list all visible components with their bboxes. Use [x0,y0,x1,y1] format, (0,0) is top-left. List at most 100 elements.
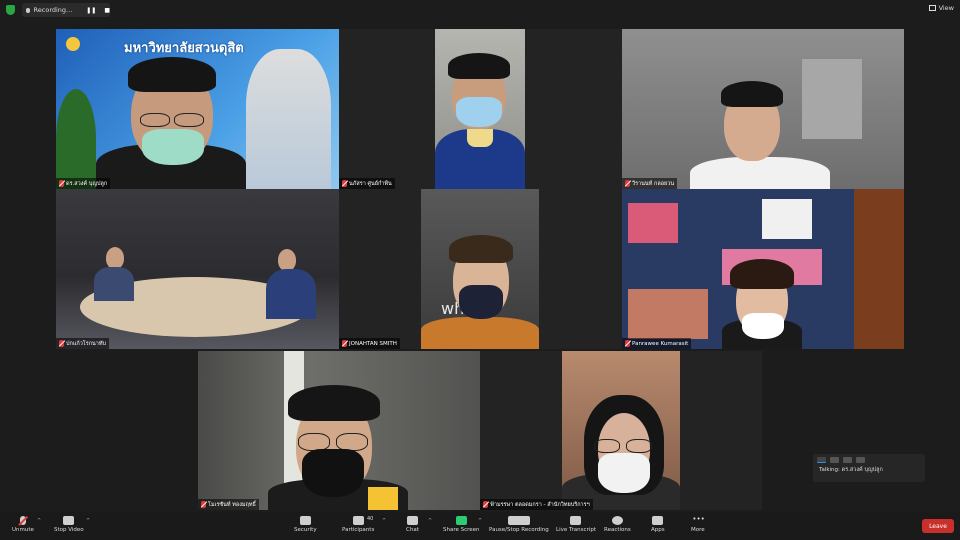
person-hair [288,385,380,421]
glasses-left [594,439,620,453]
share-screen-icon [455,516,467,525]
security-shield-icon[interactable] [6,5,15,15]
unmute-label: Unmute [12,527,34,533]
pause-icon[interactable]: ❚❚ [86,7,96,14]
stop-video-button[interactable]: Stop Video [54,516,84,533]
video-tile[interactable]: ปกแก้วโรกนาทับ [56,189,339,349]
banner-text: มหาวิทยาลัยสวนดุสิต [124,41,244,56]
participants-count: 40 [367,516,374,522]
unmute-button[interactable]: Unmute [12,516,34,533]
face-mask [598,453,650,493]
chat-bubble-icon [406,516,418,525]
participant-name-bar: วีรานนท์ กลอยวน [622,178,678,189]
reactions-label: Reactions [604,527,631,533]
person-hair [448,53,510,79]
security-button[interactable]: Security [294,516,317,533]
mic-muted-icon [59,340,64,347]
participant-name-bar: ดร.สวงค์ บุญปลูก [56,178,111,189]
view-button[interactable]: View [928,4,954,12]
pause-stop-recording-button[interactable]: Pause/Stop Recording [489,516,549,533]
mic-muted-icon [625,180,630,187]
glasses-left [140,113,170,127]
gallery-view-tab[interactable] [856,457,865,463]
share-screen-button[interactable]: Share Screen [443,516,480,533]
ellipsis-icon: ••• [692,515,705,523]
more-label: More [691,527,705,533]
glasses-right [626,439,652,453]
participants-label: Participants [342,527,375,533]
person-hair [449,235,513,263]
participant-name-bar: โมเรซันท์ ทองมฤทธิ์ [198,499,259,510]
security-label: Security [294,527,317,533]
face-mask [459,285,503,319]
audio-options-caret-icon[interactable]: ^ [37,518,41,524]
person-body [94,267,134,301]
more-button[interactable]: ••• More [691,515,705,534]
reactions-button[interactable]: Reactions [604,516,631,533]
apps-button[interactable]: Apps [651,516,665,533]
chat-label: Chat [406,527,419,533]
live-transcript-button[interactable]: Live Transcript [556,516,596,533]
participants-caret-icon[interactable]: ^ [382,518,386,524]
mic-muted-icon [483,501,488,508]
pause-stop-icon [507,516,530,525]
participant-name-bar: ปกแก้วโรกนาทับ [56,338,109,349]
university-logo-icon [66,37,80,51]
shield-icon [299,516,311,525]
participants-icon [352,516,364,525]
mic-muted-icon [342,180,347,187]
participant-name-bar: ฟ้ามรรษา ตลอดมกรา - สำนักวิทยบริการฯ [480,499,593,510]
mic-muted-icon [201,501,206,508]
person-head [106,247,124,269]
person-hair [128,57,216,92]
participant-name: Panrawee Kumarasit [632,340,689,347]
talking-label: Talking: ดร.สวงค์ บุญปลูก [819,467,883,473]
building-shape [246,49,331,189]
cloud-icon [26,7,30,13]
mic-muted-icon [342,340,347,347]
participant-name: นภัสรา ศูนย์กำพืน [349,180,392,187]
face-mask [302,449,364,497]
recording-indicator[interactable]: Recording... ❚❚ ■ [22,3,110,17]
view-label: View [938,4,954,12]
stop-video-label: Stop Video [54,527,84,533]
pause-recording-label: Pause/Stop Recording [489,527,549,533]
uniform-collar [467,129,493,147]
apps-label: Apps [651,527,665,533]
video-tile[interactable]: วีรานนท์ กลอยวน [622,29,904,189]
person-body [690,157,830,189]
live-transcript-label: Live Transcript [556,527,596,533]
video-tile[interactable]: โมเรซันท์ ทองมฤทธิ์ [198,351,480,510]
wooden-shelf [854,189,904,349]
recording-label: Recording... [33,6,73,14]
shirt-accent [368,487,398,510]
thumbnail-view-tab[interactable] [830,457,839,463]
zoom-meeting-window: Recording... ❚❚ ■ View มหาวิทยาลัยสวนดุส… [0,0,960,540]
person-hair [721,81,783,107]
strip-view-tab[interactable] [843,457,852,463]
speaker-view-tab[interactable] [817,457,826,463]
stop-icon[interactable]: ■ [104,7,110,14]
face-mask [742,313,784,339]
grid-icon [928,5,936,11]
person-hair [730,259,794,289]
video-tile[interactable]: wh JONAHTAN SMITH [339,189,622,349]
video-tile[interactable]: Panrawee Kumarasit [622,189,904,349]
face-mask [456,97,502,127]
window-shape [802,59,862,139]
palm-tree-shape [56,89,96,189]
chat-button[interactable]: Chat [406,516,419,533]
share-caret-icon[interactable]: ^ [478,518,482,524]
video-tile[interactable]: นภัสรา ศูนย์กำพืน [339,29,622,189]
video-options-caret-icon[interactable]: ^ [86,518,90,524]
video-tile-active-speaker[interactable]: มหาวิทยาลัยสวนดุสิต ดร.สวงค์ บุญปลูก [56,29,339,189]
meeting-toolbar: Unmute ^ Stop Video ^ Security Participa… [0,512,960,540]
chat-caret-icon[interactable]: ^ [428,518,432,524]
glasses-right [174,113,204,127]
book-row [762,199,812,239]
view-tabs [813,454,925,466]
video-tile[interactable]: ฟ้ามรรษา ตลอดมกรา - สำนักวิทยบริการฯ [480,351,762,510]
leave-button[interactable]: Leave [922,519,954,533]
top-bar: Recording... ❚❚ ■ View [0,0,960,20]
participant-name-bar: นภัสรา ศูนย์กำพืน [339,178,395,189]
